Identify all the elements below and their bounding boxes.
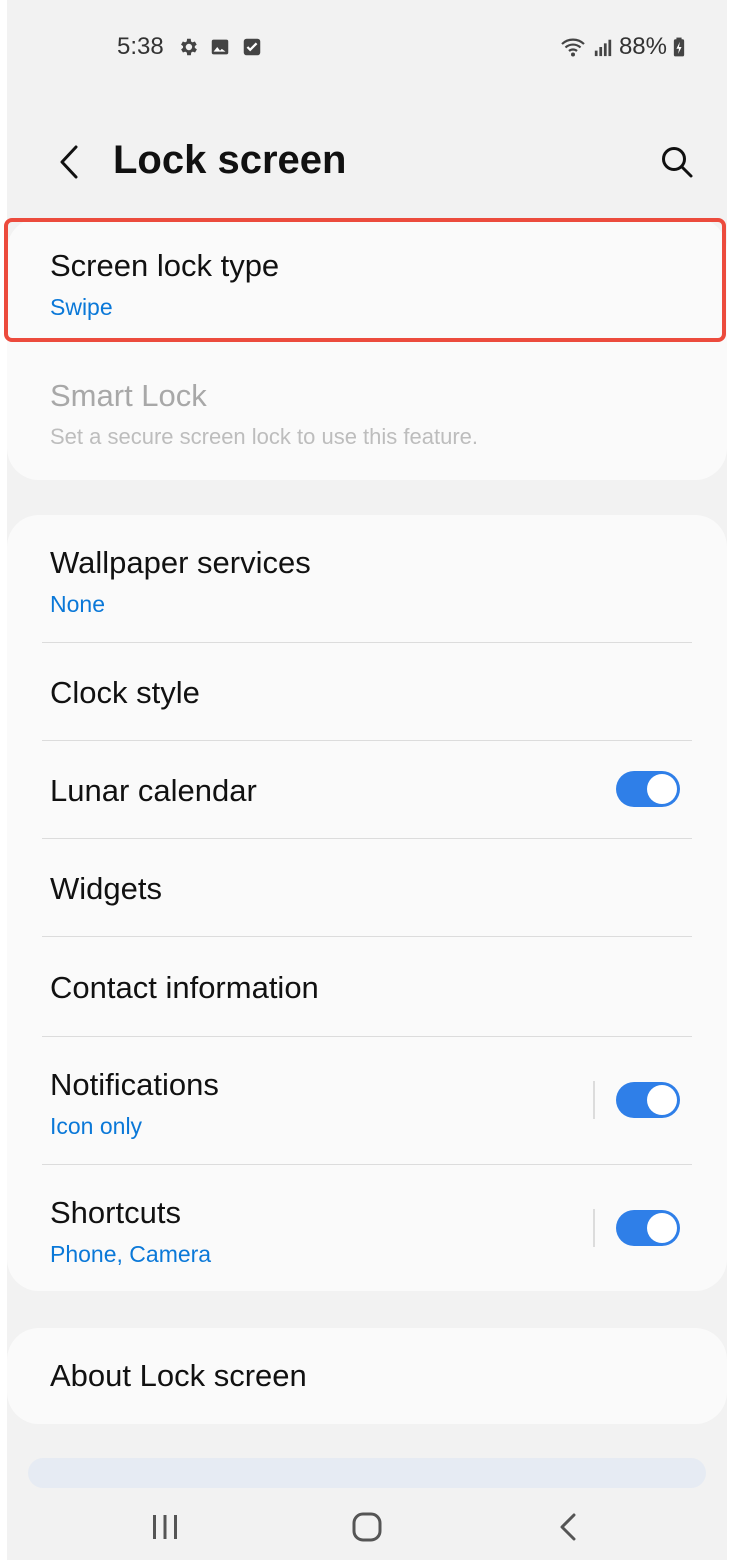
divider [42, 740, 692, 741]
clock-style-title: Clock style [50, 675, 200, 710]
notifications-value: Icon only [50, 1113, 143, 1139]
status-right: 88% [559, 33, 685, 61]
toggle-knob [647, 1085, 677, 1115]
back-arrow-icon [60, 145, 78, 179]
wallpaper-services-title: Wallpaper services [50, 545, 311, 580]
highlight-box [4, 218, 726, 342]
battery-charging-icon [673, 37, 685, 57]
widgets-item[interactable]: Widgets [7, 871, 727, 907]
wallpaper-services-item[interactable]: Wallpaper services None [7, 545, 727, 618]
smart-lock-item: Smart Lock Set a secure screen lock to u… [7, 378, 727, 450]
divider [42, 1036, 692, 1037]
battery-percent: 88% [618, 33, 667, 60]
bottom-scroll-hint [28, 1458, 706, 1488]
contact-information-item[interactable]: Contact information [7, 970, 727, 1006]
shortcuts-toggle[interactable] [616, 1210, 680, 1246]
notifications-toggle[interactable] [616, 1082, 680, 1118]
back-nav-button[interactable] [538, 1502, 598, 1552]
shortcuts-value: Phone, Camera [50, 1241, 212, 1267]
toggle-knob [647, 1213, 677, 1243]
vertical-separator [593, 1209, 595, 1247]
clock-style-item[interactable]: Clock style [7, 675, 727, 711]
widgets-title: Widgets [50, 871, 162, 906]
gallery-image-icon [211, 39, 229, 55]
settings-gear-icon [181, 38, 197, 56]
about-lock-screen-item[interactable]: About Lock screen [7, 1358, 727, 1394]
wallpaper-services-value: None [50, 591, 105, 617]
navigation-bar [7, 1490, 727, 1560]
home-button[interactable] [337, 1502, 397, 1552]
divider [42, 1164, 692, 1165]
divider [42, 936, 692, 937]
about-lock-screen-title: About Lock screen [50, 1358, 307, 1393]
divider [42, 642, 692, 643]
vertical-separator [593, 1081, 595, 1119]
search-icon [662, 147, 693, 178]
home-icon [352, 1512, 382, 1542]
search-button[interactable] [655, 140, 699, 184]
page-title: Lock screen [113, 138, 347, 182]
back-nav-icon [560, 1513, 576, 1541]
smart-lock-description: Set a secure screen lock to use this fea… [50, 424, 479, 449]
contact-information-title: Contact information [50, 970, 319, 1005]
status-time: 5:38 [117, 33, 164, 60]
toggle-knob [647, 774, 677, 804]
recent-apps-button[interactable] [135, 1502, 195, 1552]
signal-icon [594, 39, 612, 57]
smart-lock-title: Smart Lock [50, 378, 207, 413]
recent-apps-icon [153, 1515, 177, 1539]
divider [42, 838, 692, 839]
customization-card: Wallpaper services None Clock style Luna… [7, 515, 727, 1291]
about-card: About Lock screen [7, 1328, 727, 1424]
wifi-icon [561, 38, 585, 57]
back-button[interactable] [51, 140, 87, 184]
checkbox-task-icon [243, 38, 261, 56]
status-notification-icons [177, 36, 263, 58]
lunar-calendar-toggle[interactable] [616, 771, 680, 807]
